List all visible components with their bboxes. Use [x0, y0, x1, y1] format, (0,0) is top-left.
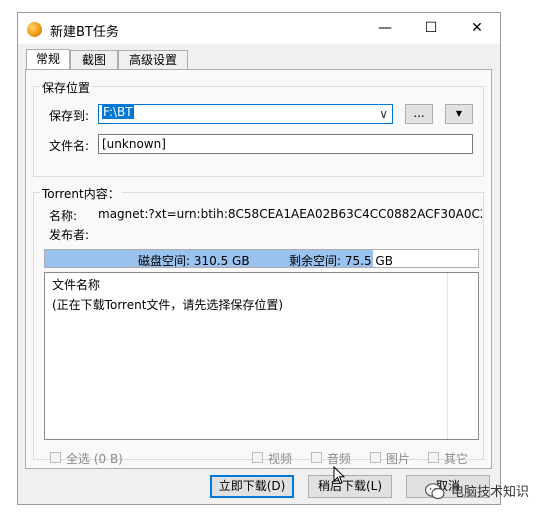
title-bar[interactable]: 新建BT任务 — ☐ ✕: [18, 13, 500, 44]
file-list-header: 文件名称: [52, 278, 101, 292]
tab-advanced[interactable]: 高级设置: [118, 50, 188, 69]
save-path-value: F:\BT: [102, 105, 134, 119]
filename-input[interactable]: [unknown]: [98, 134, 473, 154]
watermark-text: 电脑技术知识: [451, 485, 530, 500]
path-history-button[interactable]: ▼: [445, 104, 473, 124]
chevron-down-icon[interactable]: ∨: [379, 107, 388, 121]
maximize-button[interactable]: ☐: [408, 13, 454, 44]
close-button[interactable]: ✕: [454, 13, 500, 44]
save-path-combobox[interactable]: F:\BT ∨: [98, 104, 393, 124]
torrent-name-value: magnet:?xt=urn:btih:8C58CEA1AEA02B63C4CC…: [98, 207, 482, 221]
image-checkbox[interactable]: [370, 452, 381, 463]
download-later-button[interactable]: 稍后下载(L): [308, 475, 392, 498]
other-label: 其它: [444, 452, 469, 466]
publisher-label: 发布者:: [49, 228, 90, 242]
select-all-checkbox[interactable]: [50, 452, 61, 463]
other-checkbox[interactable]: [428, 452, 439, 463]
mouse-cursor-icon: [333, 466, 345, 485]
image-label: 图片: [386, 452, 411, 466]
audio-label: 音频: [327, 452, 352, 466]
column-divider: [447, 273, 448, 439]
save-to-label: 保存到:: [49, 109, 90, 123]
minimize-button[interactable]: —: [362, 13, 408, 44]
disk-space-bar: 磁盘空间: 310.5 GB 剩余空间: 75.5 GB: [44, 249, 479, 268]
general-tab-panel: 保存位置 保存到: F:\BT ∨ ... ▼ 文件名: [unknown] T…: [25, 69, 492, 469]
audio-checkbox[interactable]: [311, 452, 322, 463]
download-now-button[interactable]: 立即下载(D): [210, 475, 294, 498]
select-all-label: 全选 (0 B): [66, 452, 123, 466]
tab-general[interactable]: 常规: [26, 49, 70, 70]
new-bt-task-dialog: 新建BT任务 — ☐ ✕ 常规 截图 高级设置 保存位置 保存到: F:\BT …: [17, 12, 501, 505]
thunder-app-icon: [27, 22, 42, 37]
disk-space-text: 磁盘空间: 310.5 GB: [138, 254, 250, 268]
file-list-message: (正在下载Torrent文件，请先选择保存位置): [52, 298, 284, 312]
window-title: 新建BT任务: [50, 25, 119, 40]
torrent-content-title: Torrent内容：: [40, 185, 122, 202]
tab-screenshot[interactable]: 截图: [70, 50, 118, 69]
filename-label: 文件名:: [49, 139, 90, 153]
browse-button[interactable]: ...: [405, 104, 433, 124]
free-space-text: 剩余空间: 75.5 GB: [289, 254, 393, 268]
torrent-name-label: 名称:: [49, 209, 78, 223]
wechat-icon: [425, 482, 445, 499]
video-checkbox[interactable]: [252, 452, 263, 463]
save-location-title: 保存位置: [40, 79, 93, 96]
watermark: 电脑技术知识: [425, 481, 529, 500]
save-location-group: 保存位置 保存到: F:\BT ∨ ... ▼ 文件名: [unknown]: [33, 79, 484, 177]
file-list[interactable]: 文件名称 (正在下载Torrent文件，请先选择保存位置): [44, 272, 479, 440]
torrent-content-group: Torrent内容： 名称: magnet:?xt=urn:btih:8C58C…: [33, 185, 484, 460]
video-label: 视频: [268, 452, 293, 466]
